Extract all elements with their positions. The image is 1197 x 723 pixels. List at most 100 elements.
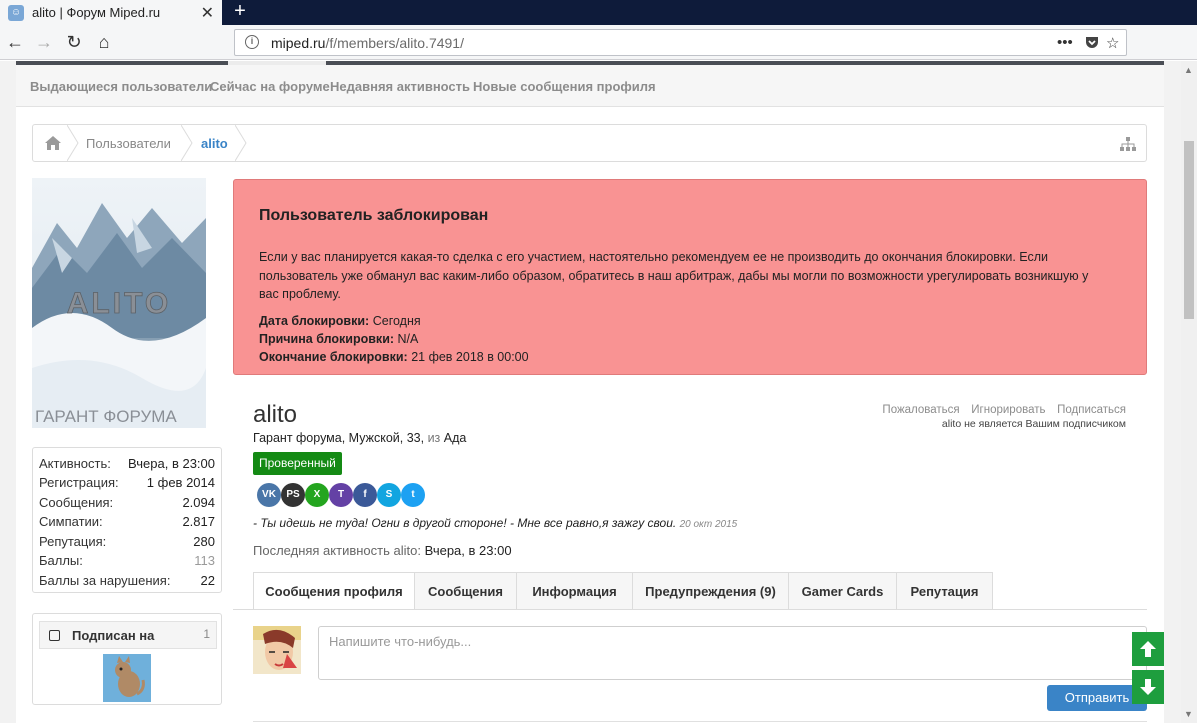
profile-from-word: из <box>427 431 441 445</box>
stat-row: Баллы за нарушения: 22 <box>39 573 215 592</box>
tab-posts[interactable]: Сообщения <box>414 572 517 610</box>
ban-heading: Пользователь заблокирован <box>259 207 489 224</box>
user-avatar[interactable]: ALITO ГАРАНТ ФОРУМА <box>32 178 206 428</box>
xbox-icon[interactable]: X <box>305 483 329 507</box>
reload-icon[interactable]: ↻ <box>63 31 85 53</box>
stat-label: Активность: <box>39 456 111 471</box>
stat-value: Вчера, в 23:00 <box>128 456 215 471</box>
tab-profile-posts[interactable]: Сообщения профиля <box>253 572 415 610</box>
ban-date: Дата блокировки: Сегодня <box>259 314 421 328</box>
back-icon[interactable]: ← <box>4 31 26 53</box>
subscription-note: alito не является Вашим подписчиком <box>941 418 1126 430</box>
current-user-avatar[interactable] <box>253 626 301 674</box>
profile-post-box[interactable] <box>318 626 1147 680</box>
subnav-recent-activity[interactable]: Недавняя активность <box>330 79 470 94</box>
page-scrollbar[interactable]: ▲ ▼ <box>1181 61 1197 723</box>
last-activity-label: Последняя активность alito: <box>253 543 421 558</box>
ban-date-label: Дата блокировки: <box>259 314 370 328</box>
tab-warnings[interactable]: Предупреждения (9) <box>632 572 789 610</box>
stat-label: Репутация: <box>39 534 107 549</box>
scrollbar-thumb[interactable] <box>1184 141 1194 319</box>
vk-icon[interactable]: VK <box>257 483 281 507</box>
ban-end: Окончание блокировки: 21 фев 2018 в 00:0… <box>259 350 529 364</box>
stat-value: 1 фев 2014 <box>146 475 215 490</box>
forward-icon[interactable]: → <box>33 31 55 53</box>
last-activity: Последняя активность alito: Вчера, в 23:… <box>253 543 512 558</box>
stat-value[interactable]: 2.094 <box>182 495 215 510</box>
subnav-notable-members[interactable]: Выдающиеся пользователи <box>30 79 212 94</box>
ban-text: Если у вас планируется какая-то сделка с… <box>259 250 1089 301</box>
profile-actions: Пожаловаться Игнорировать Подписаться al… <box>874 401 1126 430</box>
twitter-icon[interactable]: t <box>401 483 425 507</box>
new-tab-icon[interactable]: + <box>230 0 250 25</box>
stat-label: Регистрация: <box>39 475 119 490</box>
url-path: /f/members/alito.7491/ <box>325 35 464 51</box>
ban-notice: Пользователь заблокирован Если у вас пла… <box>233 179 1147 375</box>
stat-row: Активность: Вчера, в 23:00 <box>39 456 215 475</box>
playstation-icon[interactable]: PS <box>281 483 305 507</box>
page-viewport: Выдающиеся пользователи Сейчас на форуме… <box>0 61 1181 723</box>
forum-content: Выдающиеся пользователи Сейчас на форуме… <box>16 61 1164 723</box>
stat-row: Репутация: 280 <box>39 534 215 553</box>
stat-value: 22 <box>200 573 215 588</box>
sitemap-icon[interactable] <box>1120 137 1136 151</box>
profile-post-input[interactable] <box>319 627 1146 679</box>
subnav-online-now[interactable]: Сейчас на форуме <box>210 79 330 94</box>
tab-reputation[interactable]: Репутация <box>896 572 993 610</box>
home-icon[interactable]: ⌂ <box>93 31 115 53</box>
breadcrumb-members[interactable]: Пользователи <box>86 136 171 151</box>
ban-reason-value: N/A <box>397 332 419 346</box>
follow-link[interactable]: Подписаться <box>1057 404 1126 416</box>
verified-badge: Проверенный <box>253 452 342 475</box>
facebook-icon[interactable]: f <box>353 483 377 507</box>
browser-tab-bar: ☺ alito | Форум Miped.ru ✕ + <box>0 0 1197 25</box>
tab-title: alito | Форум Miped.ru <box>32 5 161 20</box>
address-bar[interactable]: i miped.ru/f/members/alito.7491/ ••• ☆ <box>234 29 1127 56</box>
content-divider <box>253 721 1147 722</box>
skype-icon[interactable]: S <box>377 483 401 507</box>
stat-value[interactable]: 2.817 <box>182 514 215 529</box>
scrollbar-down-icon[interactable]: ▼ <box>1184 709 1193 719</box>
ignore-link[interactable]: Игнорировать <box>971 404 1045 416</box>
breadcrumb-current-user[interactable]: alito <box>201 136 228 151</box>
tab-gamer-cards[interactable]: Gamer Cards <box>788 572 897 610</box>
arrow-up-icon <box>1140 641 1156 657</box>
close-tab-icon[interactable]: ✕ <box>201 3 214 23</box>
bookmark-star-icon[interactable]: ☆ <box>1106 34 1119 52</box>
browser-tab[interactable]: ☺ alito | Форум Miped.ru ✕ <box>0 0 222 25</box>
avatar-image: ALITO ГАРАНТ ФОРУМА <box>32 178 206 428</box>
profile-user-title: Гарант форума, Мужской, 33, из Ада <box>253 431 466 445</box>
page-actions-icon[interactable]: ••• <box>1057 34 1073 51</box>
scrollbar-up-icon[interactable]: ▲ <box>1184 65 1193 75</box>
scroll-up-button[interactable] <box>1132 632 1164 666</box>
profile-status-message: - Ты идешь не туда! Огни в другой сторон… <box>253 516 737 530</box>
breadcrumb-separator <box>181 125 193 161</box>
arrow-down-icon <box>1140 679 1156 695</box>
twitch-icon[interactable]: T <box>329 483 353 507</box>
following-count: 1 <box>203 627 210 641</box>
home-icon[interactable] <box>45 136 61 150</box>
following-icon <box>49 630 60 641</box>
stat-value[interactable]: 113 <box>194 553 215 568</box>
followed-user-avatar[interactable] <box>103 654 151 702</box>
stat-value: 280 <box>193 534 215 549</box>
ban-end-value: 21 фев 2018 в 00:00 <box>411 350 529 364</box>
report-link[interactable]: Пожаловаться <box>882 404 959 416</box>
ban-end-label: Окончание блокировки: <box>259 350 408 364</box>
avatar-caption: ГАРАНТ ФОРУМА <box>35 407 177 426</box>
subnav-new-profile-posts[interactable]: Новые сообщения профиля <box>473 79 656 94</box>
ban-reason: Причина блокировки: N/A <box>259 332 418 346</box>
stat-row: Баллы: 113 <box>39 553 215 572</box>
profile-location[interactable]: Ада <box>444 431 467 445</box>
site-info-icon[interactable]: i <box>245 35 259 49</box>
following-title: Подписан на <box>72 628 155 643</box>
breadcrumb: Пользователи alito <box>32 124 1147 162</box>
status-date[interactable]: 20 окт 2015 <box>680 519 738 530</box>
breadcrumb-separator <box>67 125 79 161</box>
scroll-down-button[interactable] <box>1132 670 1164 704</box>
tab-information[interactable]: Информация <box>516 572 633 610</box>
favicon-icon: ☺ <box>8 4 24 21</box>
url-text: miped.ru/f/members/alito.7491/ <box>271 35 464 51</box>
pocket-icon[interactable] <box>1084 34 1100 54</box>
following-header[interactable]: Подписан на 1 <box>39 621 217 649</box>
